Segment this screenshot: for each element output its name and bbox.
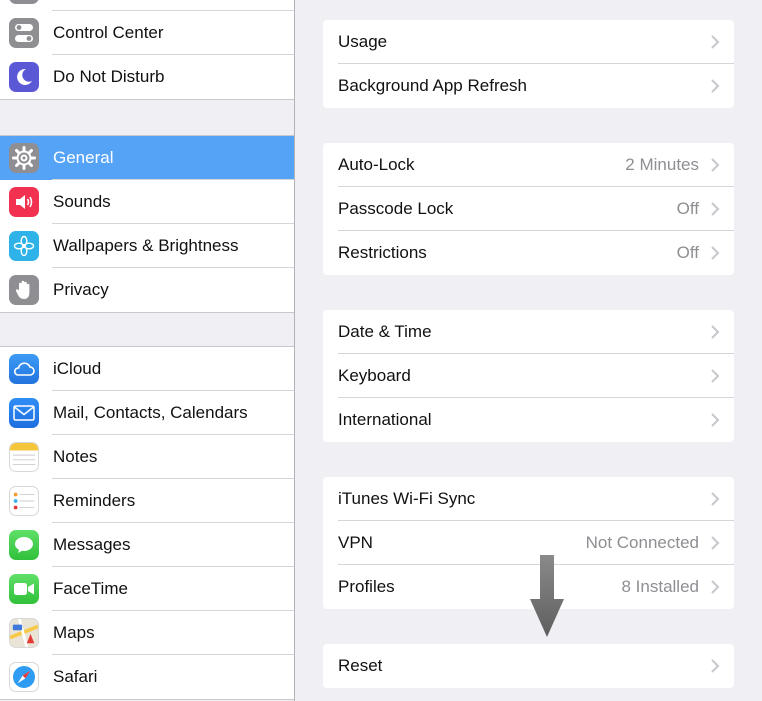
- row-label: Background App Refresh: [338, 76, 528, 95]
- sidebar-item-label: Sounds: [53, 192, 111, 211]
- row-itunes-wifi-sync[interactable]: iTunes Wi-Fi Sync: [323, 477, 734, 521]
- chevron-right-icon: [711, 492, 720, 506]
- settings-group-reset: Reset: [323, 644, 734, 688]
- row-label: Reset: [338, 656, 383, 675]
- speech-bubble-icon: [9, 530, 39, 560]
- compass-icon: [9, 662, 39, 692]
- chevron-right-icon: [711, 158, 720, 172]
- sidebar-item-safari[interactable]: Safari: [0, 655, 294, 699]
- row-label: Date & Time: [338, 322, 432, 341]
- map-icon: [9, 618, 39, 648]
- row-restrictions[interactable]: Restrictions Off: [323, 231, 734, 275]
- row-passcode-lock[interactable]: Passcode Lock Off: [323, 187, 734, 231]
- envelope-icon: [9, 398, 39, 428]
- chevron-right-icon: [711, 659, 720, 673]
- sidebar-item-notes[interactable]: Notes: [0, 435, 294, 479]
- sidebar-item-label: Notes: [53, 447, 98, 466]
- moon-icon: [9, 62, 39, 92]
- settings-group-datetime: Date & Time Keyboard International: [323, 310, 734, 442]
- chevron-right-icon: [711, 413, 720, 427]
- row-label: Keyboard: [338, 366, 411, 385]
- settings-group-usage: Usage Background App Refresh: [323, 20, 734, 108]
- chevron-right-icon: [711, 35, 720, 49]
- sidebar-item-sounds[interactable]: Sounds: [0, 180, 294, 224]
- sidebar-item-messages[interactable]: Messages: [0, 523, 294, 567]
- row-value: Off: [676, 199, 699, 218]
- sidebar-item-label: Messages: [53, 535, 131, 554]
- sidebar-item-maps[interactable]: Maps: [0, 611, 294, 655]
- speaker-icon: [9, 187, 39, 217]
- app-icon: [9, 0, 39, 4]
- sidebar-group-apps: iCloud Mail, Contacts, Calendars Notes R…: [0, 346, 294, 700]
- row-label: Auto-Lock: [338, 155, 415, 174]
- chevron-right-icon: [711, 79, 720, 93]
- row-date-time[interactable]: Date & Time: [323, 310, 734, 354]
- row-label: Passcode Lock: [338, 199, 454, 218]
- sidebar-item-facetime[interactable]: FaceTime: [0, 567, 294, 611]
- chevron-right-icon: [711, 536, 720, 550]
- row-background-app-refresh[interactable]: Background App Refresh: [323, 64, 734, 108]
- row-keyboard[interactable]: Keyboard: [323, 354, 734, 398]
- sidebar-item-label: iCloud: [53, 359, 102, 378]
- cloud-icon: [9, 354, 39, 384]
- sidebar-item-partial[interactable]: [0, 0, 294, 11]
- down-arrow-annotation-icon: [530, 555, 564, 637]
- row-label: VPN: [338, 533, 373, 552]
- sidebar-item-label: Safari: [53, 667, 98, 686]
- sidebar-item-general[interactable]: General: [0, 136, 294, 180]
- sidebar-item-control-center[interactable]: Control Center: [0, 11, 294, 55]
- row-value: 8 Installed: [621, 577, 700, 596]
- chevron-right-icon: [711, 580, 720, 594]
- sidebar-item-wallpapers[interactable]: Wallpapers & Brightness: [0, 224, 294, 268]
- settings-sidebar: Control Center Do Not Disturb General So…: [0, 0, 294, 701]
- row-label: Profiles: [338, 577, 395, 596]
- sidebar-group-general: General Sounds Wallpapers & Brightness P…: [0, 135, 294, 313]
- row-vpn[interactable]: VPN Not Connected: [323, 521, 734, 565]
- chevron-right-icon: [711, 246, 720, 260]
- flower-icon: [9, 231, 39, 261]
- sidebar-item-label: Control Center: [53, 23, 164, 42]
- sidebar-item-label: FaceTime: [53, 579, 128, 598]
- sidebar-item-label: Do Not Disturb: [53, 67, 165, 86]
- row-value: 2 Minutes: [625, 155, 699, 174]
- row-label: Restrictions: [338, 243, 427, 262]
- row-value: Off: [676, 243, 699, 262]
- video-camera-icon: [9, 574, 39, 604]
- row-auto-lock[interactable]: Auto-Lock 2 Minutes: [323, 143, 734, 187]
- chevron-right-icon: [711, 369, 720, 383]
- sidebar-item-label: Privacy: [53, 280, 109, 299]
- sidebar-item-mail[interactable]: Mail, Contacts, Calendars: [0, 391, 294, 435]
- notes-icon: [9, 442, 39, 472]
- chevron-right-icon: [711, 325, 720, 339]
- hand-icon: [9, 275, 39, 305]
- row-label: Usage: [338, 32, 388, 51]
- row-label: International: [338, 410, 432, 429]
- settings-group-sync: iTunes Wi-Fi Sync VPN Not Connected Prof…: [323, 477, 734, 609]
- chevron-right-icon: [711, 202, 720, 216]
- row-reset[interactable]: Reset: [323, 644, 734, 688]
- sidebar-item-icloud[interactable]: iCloud: [0, 347, 294, 391]
- sidebar-item-label: Reminders: [53, 491, 136, 510]
- sidebar-item-label: Wallpapers & Brightness: [53, 236, 239, 255]
- gear-icon: [9, 143, 39, 173]
- row-usage[interactable]: Usage: [323, 20, 734, 64]
- sidebar-item-label: Mail, Contacts, Calendars: [53, 403, 248, 422]
- sidebar-item-privacy[interactable]: Privacy: [0, 268, 294, 312]
- sidebar-item-label: General: [53, 148, 114, 167]
- row-international[interactable]: International: [323, 398, 734, 442]
- sidebar-item-do-not-disturb[interactable]: Do Not Disturb: [0, 55, 294, 99]
- reminders-icon: [9, 486, 39, 516]
- control-center-icon: [9, 18, 39, 48]
- row-profiles[interactable]: Profiles 8 Installed: [323, 565, 734, 609]
- general-settings-pane: Usage Background App Refresh Auto-Lock 2…: [295, 0, 762, 701]
- sidebar-item-reminders[interactable]: Reminders: [0, 479, 294, 523]
- sidebar-item-label: Maps: [53, 623, 95, 642]
- sidebar-group-top: Control Center Do Not Disturb: [0, 0, 294, 100]
- row-value: Not Connected: [585, 533, 699, 552]
- settings-group-lock: Auto-Lock 2 Minutes Passcode Lock Off Re…: [323, 143, 734, 275]
- row-label: iTunes Wi-Fi Sync: [338, 489, 476, 508]
